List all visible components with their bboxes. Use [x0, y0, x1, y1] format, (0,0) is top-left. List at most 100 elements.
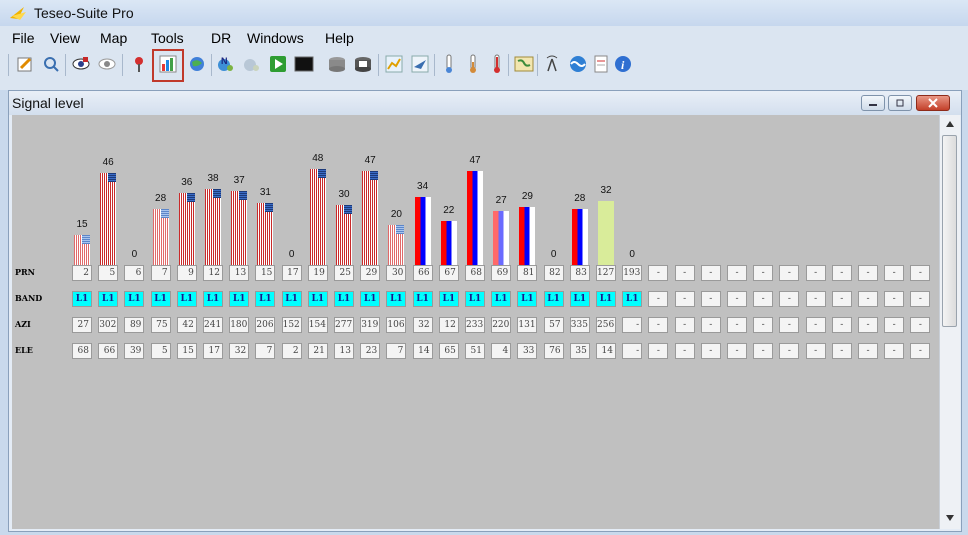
prn-cell: 15	[255, 265, 276, 281]
empty-slot-cell: -	[805, 265, 826, 281]
signal-value-label: 37	[233, 175, 245, 186]
signal-bar	[519, 207, 536, 265]
world-map-icon[interactable]	[513, 53, 535, 75]
bar-chart-icon[interactable]	[157, 53, 179, 75]
plane-icon[interactable]	[409, 53, 431, 75]
signal-tower-icon[interactable]	[541, 53, 563, 75]
pin-icon[interactable]	[128, 53, 150, 75]
bar-flag-icon	[108, 173, 117, 182]
empty-slot-cell: -	[831, 291, 852, 307]
empty-slot-cell: -	[779, 343, 800, 359]
ele-cell: 4	[491, 343, 512, 359]
azi-cell: 106	[386, 317, 407, 333]
empty-slot-cell: -	[753, 343, 774, 359]
navigation-disabled-icon[interactable]	[241, 53, 263, 75]
prn-row-label: PRN	[15, 267, 35, 277]
empty-slot-cell: -	[753, 291, 774, 307]
menu-windows[interactable]: Windows	[247, 30, 304, 46]
play-icon[interactable]	[267, 53, 289, 75]
menu-tools[interactable]: Tools	[151, 30, 184, 46]
bar-flag-icon	[82, 235, 90, 244]
ele-cell: 21	[307, 343, 328, 359]
restore-button[interactable]	[888, 95, 912, 111]
close-button[interactable]	[916, 95, 950, 111]
signal-value-label: 32	[600, 185, 612, 196]
signal-bar	[467, 171, 483, 265]
info-icon[interactable]: i	[612, 53, 634, 75]
azi-cell: 154	[307, 317, 328, 333]
database-icon[interactable]	[326, 53, 348, 75]
database-save-icon[interactable]	[352, 53, 374, 75]
empty-slot-cell: -	[727, 343, 747, 359]
azi-cell: -	[622, 317, 643, 333]
empty-slot-cell: -	[805, 343, 826, 359]
menu-map[interactable]: Map	[100, 30, 127, 46]
band-cell: L1	[569, 291, 590, 307]
prn-cell: 67	[438, 265, 459, 281]
menu-dr[interactable]: DR	[211, 30, 231, 46]
menu-help[interactable]: Help	[325, 30, 354, 46]
toolbar-separator	[378, 54, 379, 76]
azi-cell: 256	[596, 317, 616, 333]
empty-slot-cell: -	[674, 265, 695, 281]
search-icon[interactable]	[40, 53, 62, 75]
signal-bar	[362, 171, 379, 265]
menu-view[interactable]: View	[50, 30, 80, 46]
empty-slot-cell: -	[648, 291, 669, 307]
signal-value-label: 0	[288, 249, 295, 260]
azi-cell: 220	[491, 317, 512, 333]
map-icon[interactable]	[383, 53, 405, 75]
signal-value-label: 47	[364, 155, 376, 166]
ele-cell: 15	[176, 343, 197, 359]
signal-bar	[100, 173, 117, 265]
prn-cell: 17	[281, 265, 302, 281]
scroll-down-icon[interactable]	[946, 515, 954, 521]
band-cell: L1	[517, 291, 538, 307]
prn-cell: 2	[72, 265, 92, 281]
ele-cell: 14	[596, 343, 616, 359]
scroll-thumb[interactable]	[942, 135, 957, 327]
document-icon[interactable]	[590, 53, 612, 75]
app-title: Teseo-Suite Pro	[34, 5, 134, 21]
thermometer-mid-icon[interactable]	[462, 53, 484, 75]
menu-file[interactable]: File	[12, 30, 35, 46]
scroll-up-icon[interactable]	[946, 121, 954, 127]
ele-cell: 66	[98, 343, 119, 359]
prn-cell: 25	[334, 265, 354, 281]
band-cell: L1	[491, 291, 512, 307]
azi-cell: 57	[543, 317, 564, 333]
prn-cell: 19	[307, 265, 328, 281]
empty-slot-cell: -	[910, 343, 931, 359]
azi-cell: 233	[465, 317, 485, 333]
thermometer-high-icon[interactable]	[486, 53, 508, 75]
signal-bar	[336, 205, 352, 265]
menu-bar: File View Map Tools DR Windows Help	[0, 26, 968, 48]
ele-row-label: ELE	[15, 345, 33, 355]
empty-slot-cell: -	[858, 343, 878, 359]
signal-value-label: 22	[443, 205, 455, 216]
minimize-button[interactable]	[861, 95, 885, 111]
toolbar-separator	[537, 54, 538, 76]
azi-cell: 75	[150, 317, 171, 333]
signal-bar	[152, 209, 169, 265]
edit-icon[interactable]	[14, 53, 36, 75]
prn-cell: 81	[517, 265, 538, 281]
empty-slot-cell: -	[910, 265, 931, 281]
terminal-icon[interactable]	[293, 53, 315, 75]
band-cell: L1	[203, 291, 223, 307]
band-cell: L1	[307, 291, 328, 307]
bar-flag-icon	[239, 191, 248, 200]
eye-icon[interactable]	[96, 53, 118, 75]
thermometer-low-icon[interactable]	[438, 53, 460, 75]
band-row-label: BAND	[15, 293, 43, 303]
antenna-eye-icon[interactable]	[70, 53, 92, 75]
azi-cell: 335	[569, 317, 590, 333]
vertical-scrollbar[interactable]	[939, 115, 960, 529]
globe-icon[interactable]	[186, 53, 208, 75]
wave-icon[interactable]	[567, 53, 589, 75]
navigation-icon[interactable]: N	[215, 53, 237, 75]
prn-cell: 69	[491, 265, 512, 281]
signal-bar	[598, 201, 614, 265]
empty-slot-cell: -	[674, 291, 695, 307]
empty-slot-cell: -	[831, 317, 852, 333]
